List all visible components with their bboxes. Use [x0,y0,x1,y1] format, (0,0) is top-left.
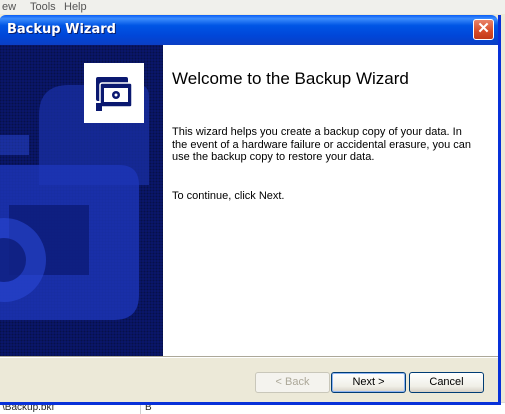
background-menubar: ew Tools Help [0,0,505,14]
menu-item-help[interactable]: Help [64,1,87,13]
backup-wizard-dialog: Backup Wizard ✕ Welcome to the Backup Wi… [0,15,501,405]
backup-wizard-icon [84,63,144,123]
wizard-banner [0,45,163,356]
page-title: Welcome to the Backup Wizard [172,69,409,88]
menu-item-tools[interactable]: Tools [30,1,56,13]
wizard-instruction: To continue, click Next. [172,190,285,202]
button-divider [0,356,498,358]
close-icon: ✕ [477,20,490,37]
wizard-description: This wizard helps you create a backup co… [172,126,472,163]
back-button[interactable]: < Back [255,372,330,393]
next-button[interactable]: Next > [331,372,406,393]
wizard-content-pane: Welcome to the Backup Wizard This wizard… [163,45,498,356]
close-button[interactable]: ✕ [473,19,494,40]
title-bar[interactable]: Backup Wizard ✕ [0,15,498,45]
window-title: Backup Wizard [7,22,116,37]
menu-item-view[interactable]: ew [2,1,16,13]
cancel-button[interactable]: Cancel [409,372,484,393]
